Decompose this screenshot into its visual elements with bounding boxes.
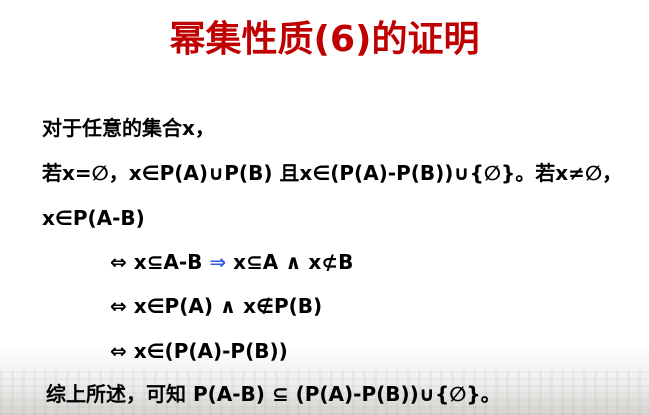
- text-line-1: 对于任意的集合x，: [42, 116, 215, 140]
- proof-step-3: ⇔ x∈(P(A)-P(B)): [110, 339, 288, 363]
- text-line-2: 若x=∅，x∈P(A)∪P(B) 且x∈(P(A)-P(B))∪{∅}。若x≠∅…: [42, 161, 623, 185]
- proof-step-1-left: ⇔ x⊆A-B: [110, 250, 210, 274]
- proof-step-2: ⇔ x∈P(A) ∧ x∉P(B): [110, 294, 323, 318]
- implies-arrow: ⇒: [209, 250, 227, 274]
- proof-step-1: ⇔ x⊆A-B ⇒ x⊆A ∧ x⊄B: [110, 248, 353, 276]
- proof-step-1-right: x⊆A ∧ x⊄B: [226, 250, 354, 274]
- slide: 幂集性质(6)的证明 对于任意的集合x， 若x=∅，x∈P(A)∪P(B) 且x…: [0, 0, 649, 415]
- conclusion: 综上所述，可知 P(A-B) ⊆ (P(A)-P(B))∪{∅}。: [46, 382, 501, 406]
- text-line-3: x∈P(A-B): [42, 206, 145, 230]
- slide-title: 幂集性质(6)的证明: [169, 19, 480, 60]
